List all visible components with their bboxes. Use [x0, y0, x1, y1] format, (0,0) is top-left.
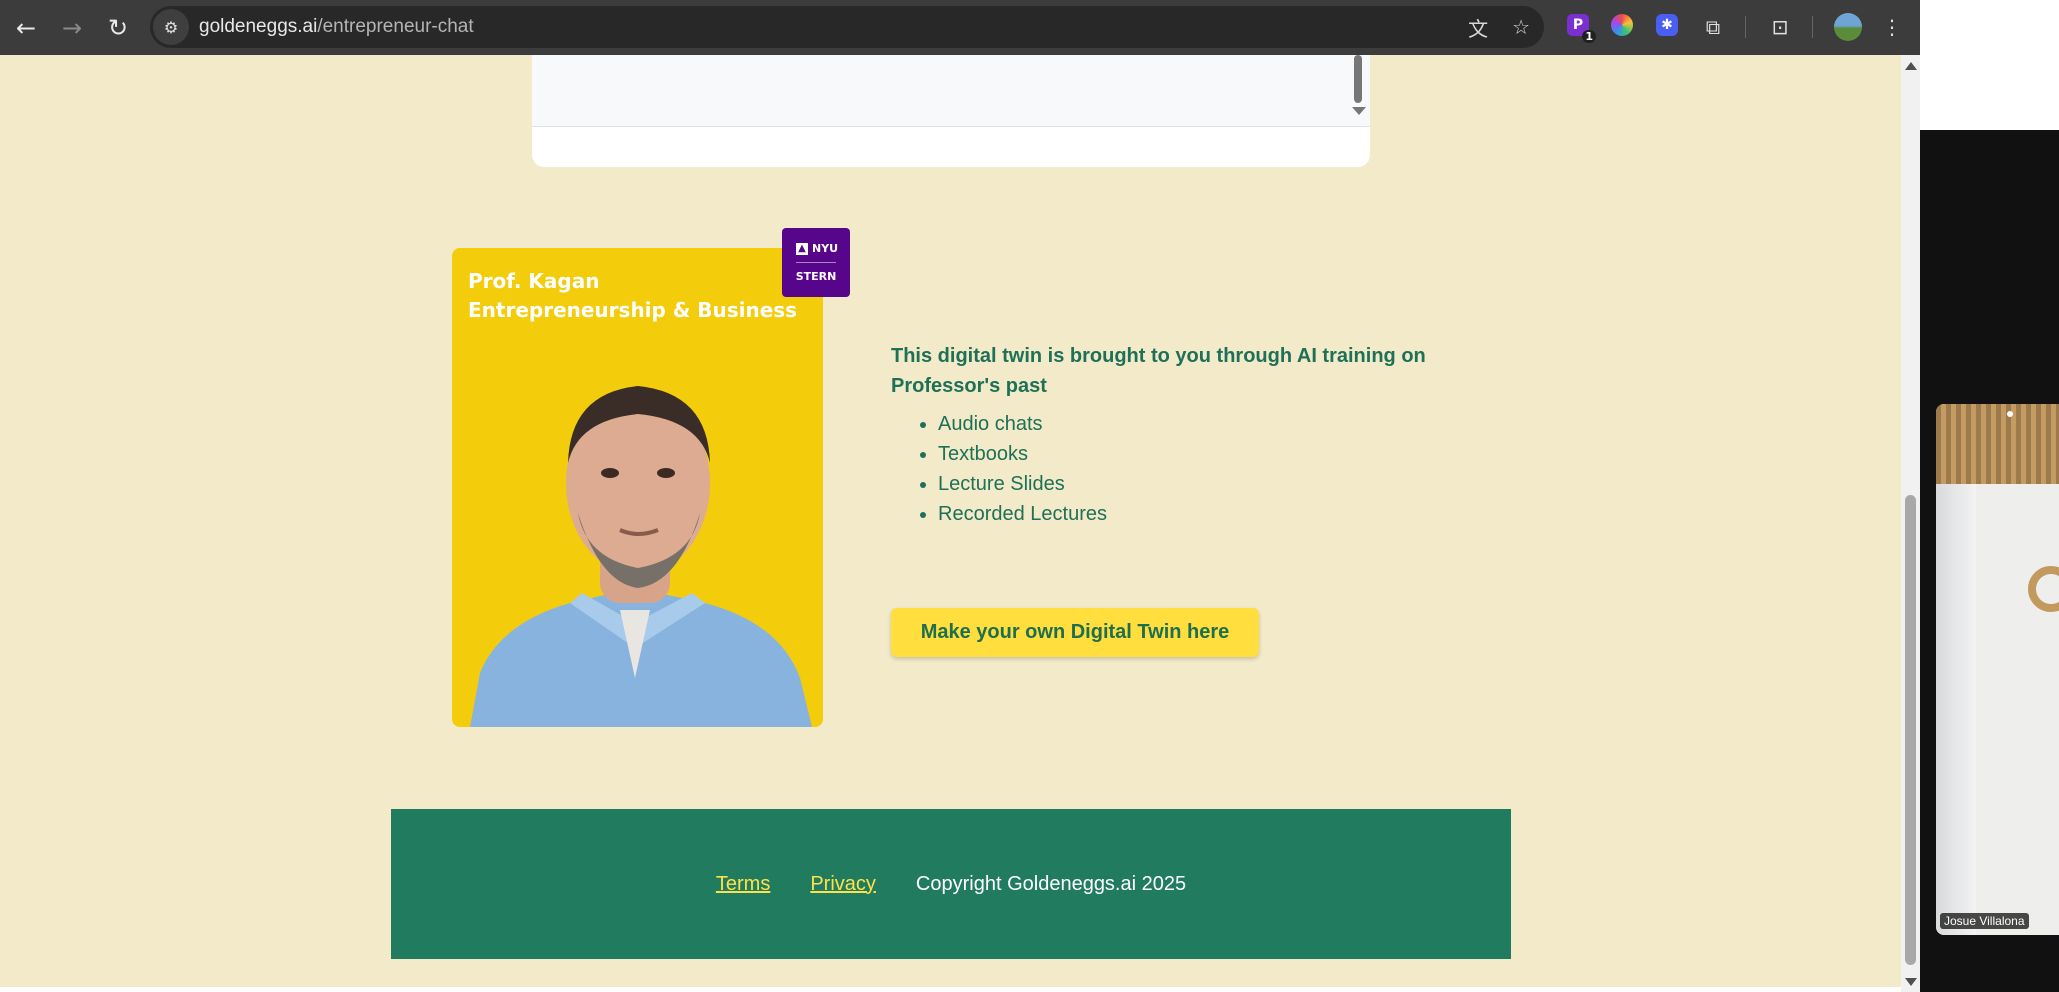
toolbar-divider: [1812, 16, 1813, 38]
site-footer: Terms Privacy Copyright Goldeneggs.ai 20…: [391, 809, 1511, 959]
scroll-down-icon[interactable]: [1905, 978, 1917, 986]
list-item: Audio chats: [938, 409, 1451, 439]
translate-icon[interactable]: 文: [1468, 13, 1488, 42]
nyu-stern-badge: ▲ NYU STERN: [782, 228, 850, 297]
tune-icon: ⚙: [163, 17, 179, 37]
page-scrollbar[interactable]: [1901, 55, 1920, 992]
chat-messages-area[interactable]: [532, 55, 1370, 127]
info-heading: This digital twin is brought to you thro…: [891, 345, 1426, 397]
terms-link[interactable]: Terms: [716, 873, 770, 896]
participant-name: Josue Villalona: [1940, 913, 2029, 929]
back-button[interactable]: ←: [6, 8, 46, 48]
extension-color-icon[interactable]: [1611, 14, 1633, 36]
scroll-up-icon[interactable]: [1905, 62, 1917, 70]
url-text[interactable]: goldeneggs.ai/entrepreneur-chat: [199, 16, 474, 38]
extension-p-icon[interactable]: P1: [1567, 14, 1596, 43]
page-scrollbar-thumb[interactable]: [1905, 495, 1916, 965]
profile-avatar[interactable]: [1834, 13, 1862, 41]
list-item: Textbooks: [938, 439, 1451, 469]
video-ceiling: [1936, 404, 2059, 484]
chat-panel: [532, 55, 1370, 167]
training-sources-list: Audio chats Textbooks Lecture Slides Rec…: [891, 409, 1451, 529]
arrow-right-icon: →: [61, 13, 83, 42]
nyu-logo: ▲ NYU: [796, 242, 838, 255]
bottom-strip: [0, 987, 1901, 992]
toolbar-divider: [1745, 16, 1746, 38]
side-panel-blank: [1920, 0, 2059, 130]
chat-scroll-down-icon[interactable]: [1352, 107, 1366, 115]
professor-name: Prof. Kagan: [468, 269, 600, 293]
video-logo-mark: [2028, 566, 2059, 612]
site-info-button[interactable]: ⚙: [153, 9, 189, 45]
nyu-divider: [796, 262, 836, 263]
extension-gear-icon[interactable]: ✱: [1656, 14, 1678, 36]
browser-toolbar: ← → ↻ ⚙ goldeneggs.ai/entrepreneur-chat …: [0, 0, 1920, 55]
reload-button[interactable]: ↻: [98, 8, 138, 48]
professor-portrait: [470, 386, 812, 727]
privacy-link[interactable]: Privacy: [810, 873, 876, 896]
stern-text: STERN: [795, 270, 837, 283]
arrow-left-icon: ←: [15, 13, 37, 42]
url-domain: goldeneggs.ai: [199, 16, 318, 37]
page-viewport: Prof. Kagan Entrepreneurship & Business …: [0, 55, 1901, 992]
torch-icon: ▲: [796, 242, 808, 255]
forward-button[interactable]: →: [52, 8, 92, 48]
chat-scrollbar-thumb[interactable]: [1354, 55, 1362, 103]
menu-kebab-icon[interactable]: ⋮: [1877, 12, 1907, 42]
tab-search-icon[interactable]: ⊡: [1765, 12, 1795, 42]
make-digital-twin-button[interactable]: Make your own Digital Twin here: [891, 608, 1259, 657]
video-light: [2007, 411, 2013, 417]
copyright-text: Copyright Goldeneggs.ai 2025: [915, 872, 1187, 895]
reload-icon: ↻: [107, 13, 129, 42]
video-wall: [1936, 484, 1976, 935]
info-section: This digital twin is brought to you thro…: [891, 341, 1451, 529]
professor-card: Prof. Kagan Entrepreneurship & Business: [452, 248, 823, 727]
list-item: Lecture Slides: [938, 469, 1451, 499]
extension-badge: 1: [1582, 30, 1596, 43]
professor-title: Prof. Kagan Entrepreneurship & Business: [468, 267, 797, 325]
video-call-tile[interactable]: Josue Villalona: [1936, 404, 2059, 935]
bookmark-star-icon[interactable]: ☆: [1512, 15, 1530, 39]
nyu-text: NYU: [812, 242, 839, 255]
address-bar[interactable]: ⚙ goldeneggs.ai/entrepreneur-chat 文 ☆: [150, 6, 1544, 48]
url-path: /entrepreneur-chat: [317, 16, 474, 37]
list-item: Recorded Lectures: [938, 499, 1451, 529]
extensions-puzzle-icon[interactable]: ⧉: [1698, 12, 1728, 42]
professor-subject: Entrepreneurship & Business: [468, 298, 798, 322]
